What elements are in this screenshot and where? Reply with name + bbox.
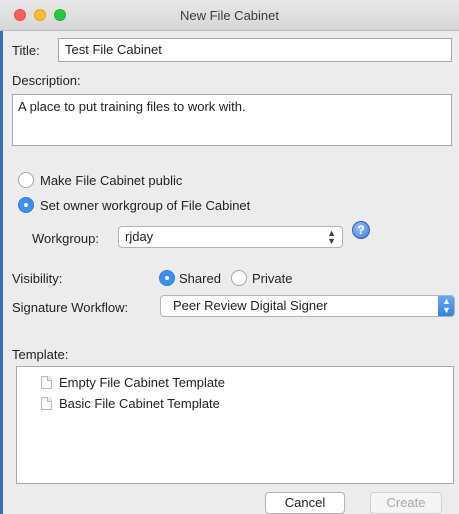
private-label[interactable]: Private [252,271,292,286]
create-button[interactable]: Create [370,492,442,514]
document-icon [41,376,52,389]
document-icon [41,397,52,410]
list-item[interactable]: Empty File Cabinet Template [41,375,225,390]
visibility-label: Visibility: [12,271,63,286]
set-owner-workgroup-radio[interactable] [18,197,34,213]
private-radio[interactable] [231,270,247,286]
cancel-button[interactable]: Cancel [265,492,345,514]
window-edge [0,0,3,514]
shared-label[interactable]: Shared [179,271,221,286]
signature-workflow-select[interactable]: Peer Review Digital Signer ▲ ▼ [160,295,455,317]
description-label: Description: [12,73,81,88]
make-public-label[interactable]: Make File Cabinet public [40,173,182,188]
workgroup-select[interactable]: rjday ▲ ▼ [118,226,343,248]
signature-workflow-label: Signature Workflow: [12,300,129,315]
workgroup-value: rjday [125,229,154,244]
signature-workflow-value: Peer Review Digital Signer [173,298,328,313]
list-item[interactable]: Basic File Cabinet Template [41,396,220,411]
description-textarea[interactable]: A place to put training files to work wi… [12,94,452,146]
title-label: Title: [12,43,40,58]
help-icon[interactable]: ? [352,221,370,239]
chevron-updown-icon: ▲ ▼ [438,296,454,316]
window-title: New File Cabinet [180,8,279,23]
template-label: Template: [12,347,69,362]
template-list[interactable]: Empty File Cabinet Template Basic File C… [16,366,454,484]
set-owner-workgroup-label[interactable]: Set owner workgroup of File Cabinet [40,198,250,213]
title-bar: New File Cabinet [0,0,459,31]
chevron-updown-icon: ▲ ▼ [327,228,336,246]
make-public-radio[interactable] [18,172,34,188]
workgroup-label: Workgroup: [32,231,99,246]
shared-radio[interactable] [159,270,175,286]
title-input[interactable]: Test File Cabinet [58,38,452,62]
